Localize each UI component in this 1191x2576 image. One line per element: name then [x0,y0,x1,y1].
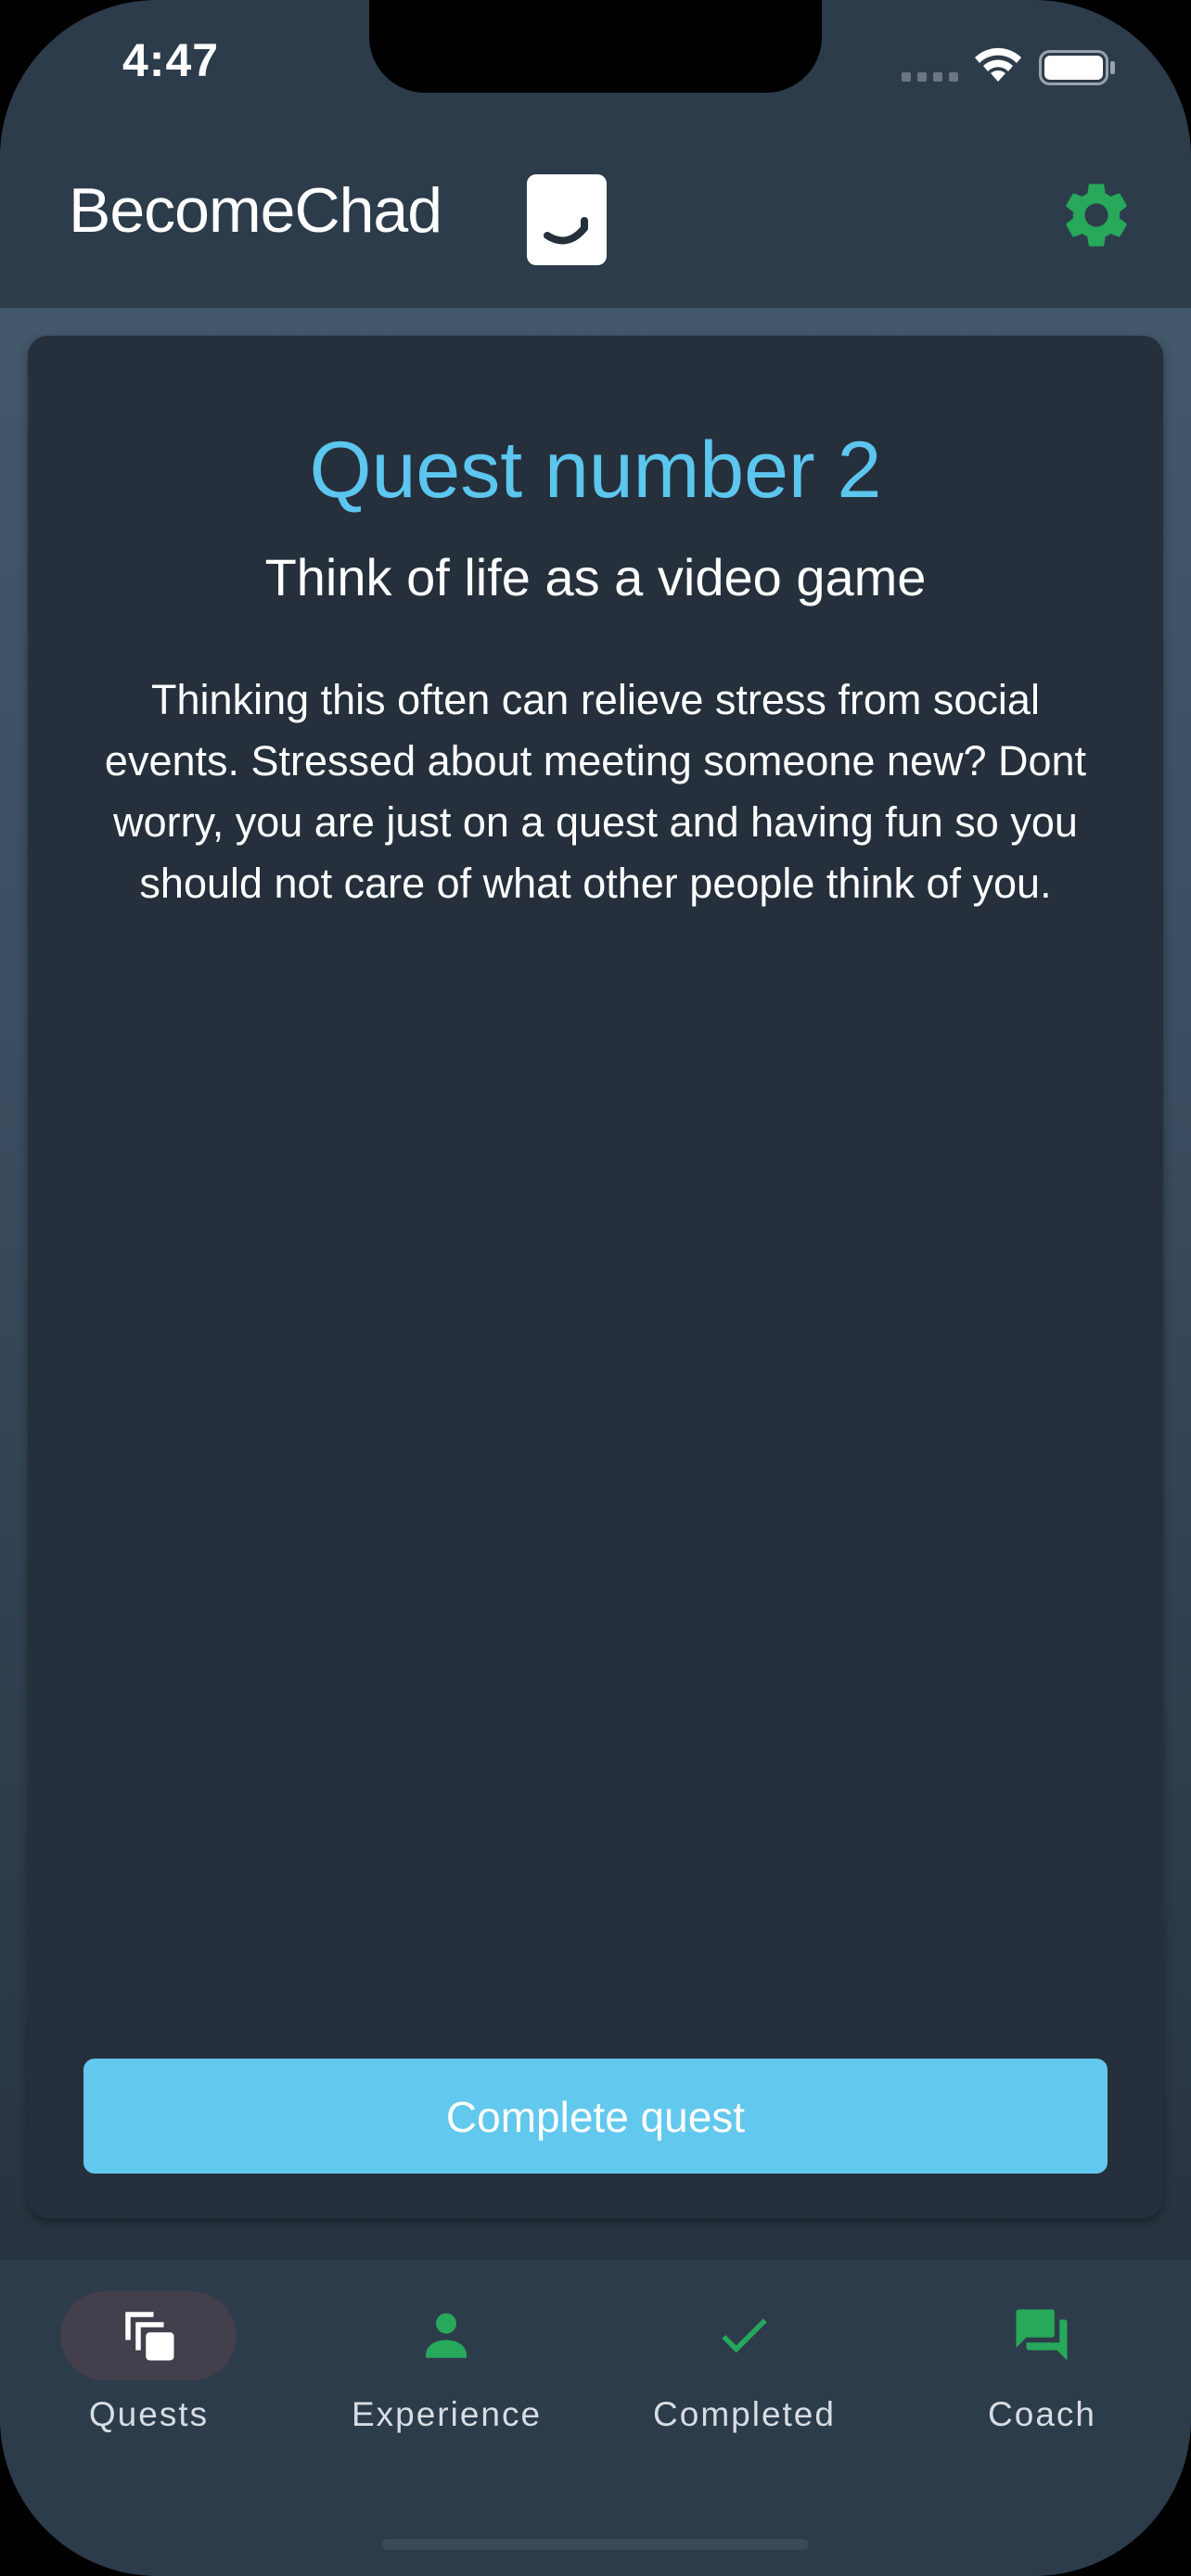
stacked-cards-icon [125,2312,174,2361]
check-icon [722,2318,767,2353]
app-header: BecomeChad [0,139,1191,308]
status-time: 4:47 [122,34,220,86]
bottom-nav: Quests Experience Completed Coach [0,2260,1191,2576]
nav-item-quests[interactable]: Quests [0,2260,298,2482]
content-area: Quest number 2 Think of life as a video … [0,308,1191,2260]
nav-label: Coach [988,2395,1096,2433]
signal-icon [902,72,958,82]
quest-subtitle: Think of life as a video game [264,548,927,606]
wifi-icon [975,47,1021,82]
nav-item-coach[interactable]: Coach [893,2260,1191,2482]
battery-icon [1039,50,1115,85]
quest-card: Quest number 2 Think of life as a video … [28,336,1163,2218]
nav-label: Experience [351,2395,543,2433]
logo-icon [527,174,607,265]
status-bar: 4:47 [0,0,1191,139]
nav-item-experience[interactable]: Experience [298,2260,596,2482]
quest-title: Quest number 2 [309,426,882,515]
nav-label: Quests [88,2395,210,2433]
chat-icon [1016,2309,1068,2361]
home-indicator[interactable] [382,2539,809,2550]
quest-description: Thinking this often can relieve stress f… [104,676,1087,907]
complete-quest-button[interactable]: Complete quest [83,2059,1108,2174]
gear-icon[interactable] [1057,176,1135,254]
nav-item-completed[interactable]: Completed [596,2260,893,2482]
phone-screen: 4:47 BecomeChad Quest number 2 Think of … [0,0,1191,2576]
person-icon [426,2313,467,2358]
brand-name: BecomeChad [69,175,442,246]
notch [369,0,822,93]
nav-label: Completed [653,2395,836,2433]
